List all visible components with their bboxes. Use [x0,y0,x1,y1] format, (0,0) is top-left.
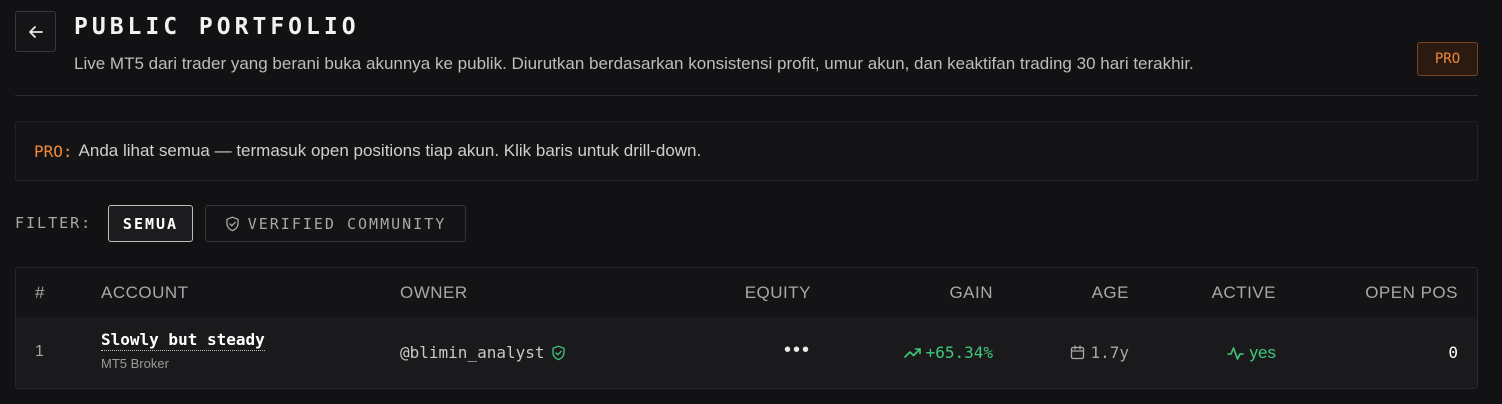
row-rank: 1 [35,343,44,360]
column-header-account[interactable]: ACCOUNT [101,283,189,303]
page-title: PUBLIC PORTFOLIO [74,14,360,40]
owner-handle: @blimin_analyst [400,343,545,362]
column-header-rank[interactable]: # [35,283,45,303]
pro-notice: PRO: Anda lihat semua — termasuk open po… [15,121,1478,181]
age-cell: 1.7y [1070,343,1129,362]
activity-icon [1226,346,1244,360]
page-subtitle: Live MT5 dari trader yang berani buka ak… [74,54,1194,73]
active-cell: yes [1226,343,1276,363]
back-button[interactable] [15,11,56,52]
account-broker: MT5 Broker [101,356,169,371]
calendar-icon [1071,345,1085,360]
gain-value: +65.34% [925,343,993,362]
verified-shield-icon [551,345,565,360]
column-header-open-pos[interactable]: OPEN POS [1365,283,1458,303]
filter-chip-label: SEMUA [122,214,179,233]
filter-chip-label: VERIFIED COMMUNITY [247,214,447,233]
filter-label: FILTER: [15,214,93,232]
filter-chip-semua[interactable]: SEMUA [108,205,193,242]
notice-text: Anda lihat semua — termasuk open positio… [78,141,702,160]
trending-up-icon [903,347,921,358]
account-name-link[interactable]: Slowly but steady [101,330,265,351]
open-pos-value: 0 [1448,343,1458,362]
column-header-age[interactable]: AGE [1092,283,1129,303]
shield-check-icon [226,216,239,231]
portfolio-table: # ACCOUNT OWNER EQUITY GAIN AGE ACTIVE O… [15,267,1478,389]
owner-cell: @blimin_analyst [400,343,566,362]
column-header-equity[interactable]: EQUITY [745,283,811,303]
column-header-owner[interactable]: OWNER [400,283,468,303]
age-value: 1.7y [1090,343,1129,362]
table-header: # ACCOUNT OWNER EQUITY GAIN AGE ACTIVE O… [16,268,1477,317]
pro-badge: PRO [1417,42,1478,76]
header-divider [15,95,1478,96]
arrow-left-icon [28,25,43,38]
notice-pro-label: PRO: [34,141,73,161]
active-value: yes [1249,343,1276,362]
filter-chip-verified-community[interactable]: VERIFIED COMMUNITY [205,205,466,242]
gain-cell: +65.34% [903,343,993,362]
equity-hidden-value: ••• [783,339,811,361]
table-row[interactable]: 1 Slowly but steady MT5 Broker @blimin_a… [16,317,1477,388]
column-header-active[interactable]: ACTIVE [1212,283,1276,303]
column-header-gain[interactable]: GAIN [949,283,993,303]
